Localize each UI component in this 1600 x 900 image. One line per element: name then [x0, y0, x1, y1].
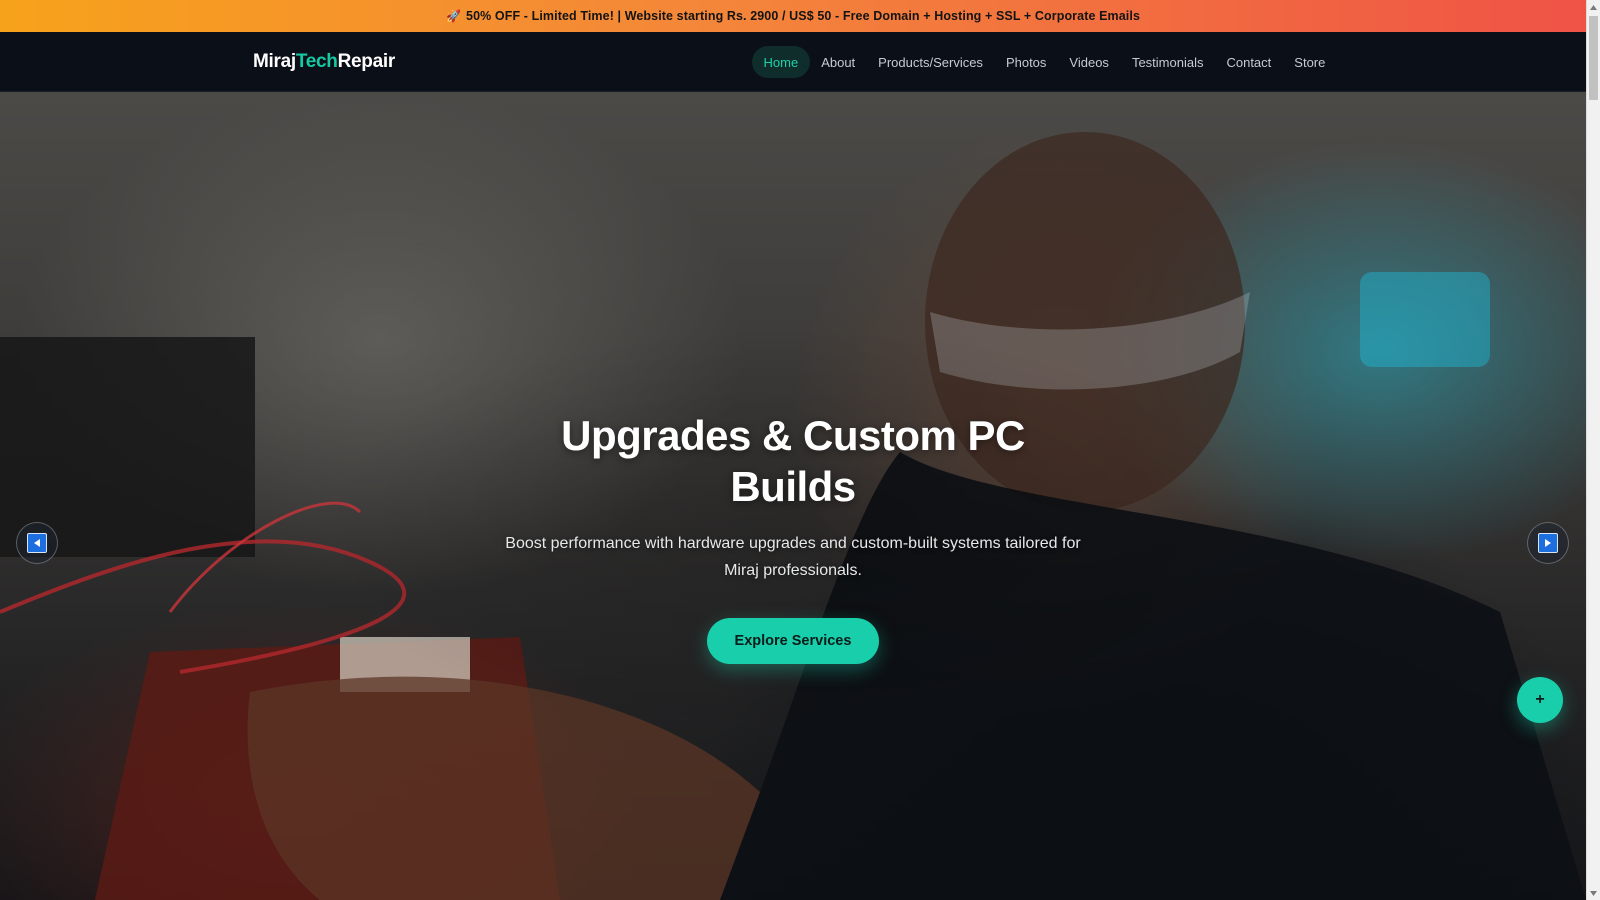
- brand-part-3: Repair: [337, 51, 396, 72]
- nav-item-home[interactable]: Home: [752, 46, 810, 78]
- promo-banner: 🚀 50% OFF - Limited Time! | Website star…: [0, 0, 1586, 32]
- hero-section: Upgrades & Custom PC Builds Boost perfor…: [0, 92, 1586, 900]
- scroll-down-icon[interactable]: [1587, 886, 1600, 900]
- nav-item-products-services[interactable]: Products/Services: [867, 46, 995, 78]
- nav-item-videos[interactable]: Videos: [1058, 46, 1121, 78]
- nav-item-store[interactable]: Store: [1283, 46, 1337, 78]
- nav-item-photos[interactable]: Photos: [994, 46, 1057, 78]
- carousel-next-button[interactable]: [1527, 522, 1569, 564]
- arrow-left-icon: [27, 533, 47, 553]
- promo-text: 50% OFF - Limited Time! | Website starti…: [466, 9, 1140, 23]
- arrow-right-icon: [1538, 533, 1558, 553]
- hero-title: Upgrades & Custom PC Builds: [561, 412, 1025, 510]
- navbar: Miraj Tech Repair Home About Products/Serv…: [0, 32, 1586, 92]
- main-nav: Home About Products/Services Photos Vide…: [752, 46, 1337, 78]
- page-scrollbar[interactable]: [1586, 0, 1600, 900]
- carousel-prev-button[interactable]: [16, 522, 58, 564]
- brand-logo[interactable]: Miraj Tech Repair: [253, 32, 395, 92]
- floating-action-button[interactable]: +: [1517, 677, 1563, 723]
- brand-part-1: Miraj: [253, 51, 296, 72]
- rocket-icon: 🚀: [445, 9, 462, 23]
- scroll-up-icon[interactable]: [1587, 0, 1600, 14]
- explore-services-button[interactable]: Explore Services: [707, 618, 879, 664]
- hero-subtitle: Boost performance with hardware upgrades…: [505, 535, 1081, 579]
- nav-item-about[interactable]: About: [810, 46, 867, 78]
- nav-item-testimonials[interactable]: Testimonials: [1120, 46, 1215, 78]
- brand-part-2: Tech: [295, 51, 338, 72]
- nav-item-contact[interactable]: Contact: [1215, 46, 1283, 78]
- scrollbar-thumb[interactable]: [1589, 16, 1598, 100]
